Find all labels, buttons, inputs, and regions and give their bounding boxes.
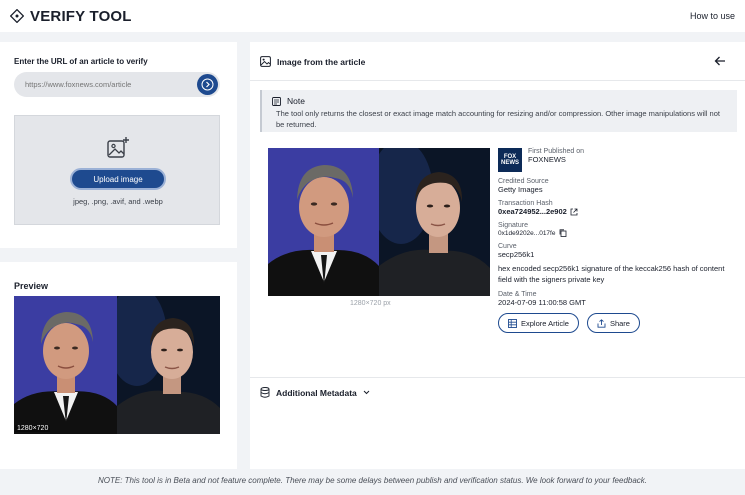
url-submit-button[interactable] (197, 74, 218, 95)
first-published-block: First Published on FOXNEWS (528, 148, 584, 164)
url-field-wrapper (14, 72, 220, 97)
divider (250, 377, 745, 378)
share-button[interactable]: Share (586, 313, 640, 333)
section-title-text: Image from the article (277, 56, 366, 67)
external-link-icon[interactable] (570, 208, 578, 216)
share-label: Share (609, 318, 630, 328)
share-icon (597, 318, 606, 328)
curve-description: hex encoded secp256k1 signature of the k… (498, 264, 725, 284)
first-published-label: First Published on (528, 148, 585, 155)
how-to-use-link[interactable]: How to use (690, 11, 735, 21)
note-text: The tool only returns the closest or exa… (276, 109, 720, 129)
foxnews-logo-news: NEWS (501, 160, 519, 166)
note-title-text: Note (287, 96, 305, 106)
result-portrait-right (379, 148, 490, 296)
divider (250, 80, 745, 81)
additional-metadata-toggle[interactable]: Additional Metadata (260, 387, 370, 398)
foxnews-logo: FOX NEWS (498, 148, 522, 172)
portrait-right-drawing (117, 296, 220, 434)
portrait-left: 1280×720 (14, 296, 117, 434)
signature-label: Signature (498, 222, 528, 229)
table-icon (508, 318, 517, 328)
transaction-hash-label: Transaction Hash (498, 200, 553, 207)
note-icon (272, 96, 281, 106)
datetime-label: Date & Time (498, 291, 537, 298)
first-published-value: FOXNEWS (528, 155, 566, 164)
signature-row: 0x1de9202e...017fe (498, 229, 738, 237)
portrait-right (117, 296, 220, 434)
note-title: Note (272, 96, 727, 106)
datetime-value: 2024-07-09 11:00:58 GMT (498, 298, 586, 307)
transaction-hash-row: 0xea724952...2e902 (498, 207, 738, 216)
result-image (268, 148, 490, 296)
upload-image-button[interactable]: Upload image (70, 168, 166, 190)
upload-file-types: jpeg, .png, .avif, and .webp (73, 197, 163, 206)
result-portrait-right-drawing (379, 148, 490, 296)
result-portrait-left (268, 148, 379, 296)
database-icon (260, 387, 270, 398)
preview-panel: Preview 1280×720 (0, 262, 237, 469)
preview-image: 1280×720 (14, 296, 220, 434)
brand: VERIFY TOOL (10, 8, 132, 25)
app-title: VERIFY TOOL (30, 7, 132, 25)
result-panel: Image from the article Note The tool onl… (250, 42, 745, 469)
curve-label: Curve (498, 243, 517, 250)
url-label: Enter the URL of an article to verify (14, 57, 148, 66)
metadata-list: FOX NEWS First Published on FOXNEWS Cred… (498, 148, 738, 333)
app-header: VERIFY TOOL How to use (0, 0, 745, 32)
credited-source-label: Credited Source (498, 178, 549, 185)
verify-logo-icon (10, 9, 24, 23)
image-dimensions: 1280×720 px (350, 300, 391, 307)
arrow-right-circle-icon (201, 78, 214, 91)
first-published-row: FOX NEWS First Published on FOXNEWS (498, 148, 738, 172)
upload-dropzone[interactable]: Upload image jpeg, .png, .avif, and .web… (14, 115, 220, 225)
result-portrait-left-drawing (268, 148, 379, 296)
signature-value: 0x1de9202e...017fe (498, 229, 556, 237)
credited-source-value: Getty Images (498, 185, 543, 194)
portrait-left-drawing (14, 296, 117, 434)
explore-article-button[interactable]: Explore Article (498, 313, 579, 333)
note-box: Note The tool only returns the closest o… (260, 90, 737, 132)
url-input[interactable] (25, 80, 195, 89)
image-add-icon (107, 137, 129, 158)
beta-footer-note: NOTE: This tool is in Beta and not featu… (97, 476, 648, 485)
preview-label: Preview (14, 281, 49, 291)
image-icon (260, 56, 271, 67)
back-arrow-icon[interactable] (713, 54, 727, 68)
action-buttons: Explore Article Share (498, 313, 738, 333)
curve-value: secp256k1 (498, 250, 535, 259)
preview-dimensions: 1280×720 (15, 425, 51, 432)
explore-article-label: Explore Article (521, 318, 569, 328)
chevron-down-icon (363, 390, 370, 395)
section-title: Image from the article (260, 56, 365, 67)
copy-icon[interactable] (559, 229, 567, 237)
transaction-hash-value: 0xea724952...2e902 (498, 207, 567, 216)
additional-metadata-label: Additional Metadata (276, 387, 357, 398)
input-panel: Enter the URL of an article to verify Up… (0, 42, 237, 248)
